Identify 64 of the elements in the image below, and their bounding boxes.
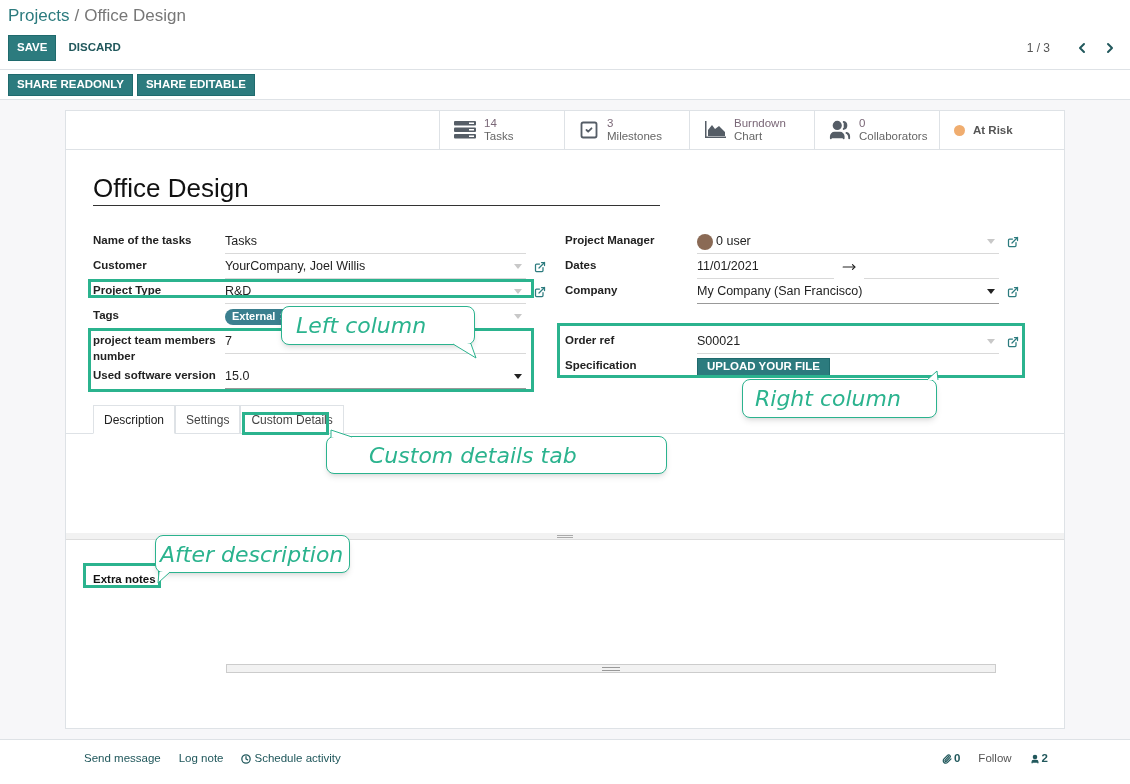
share-button[interactable]: SHARE EDITABLE: [136, 73, 256, 96]
chatter-link[interactable]: Log note: [178, 750, 224, 768]
dropdown-caret-icon[interactable]: [987, 289, 995, 294]
external-link-icon[interactable]: [534, 261, 546, 273]
dropdown-field[interactable]: R&D: [225, 280, 526, 304]
field-label: Specification: [565, 358, 638, 373]
external-link-icon[interactable]: [1007, 286, 1019, 298]
field-label: Name of the tasks: [93, 233, 193, 248]
chatter-link[interactable]: Schedule activity: [241, 750, 341, 768]
external-link-icon[interactable]: [1007, 236, 1019, 248]
breadcrumb-separator: /: [74, 6, 80, 25]
field-label: Company: [565, 283, 619, 298]
field-label: Customer: [93, 258, 148, 273]
attachments-count[interactable]: 0: [941, 750, 961, 768]
share-button[interactable]: SHARE READONLY: [8, 73, 133, 96]
field-label: Project Manager: [565, 233, 656, 248]
dropdown-field[interactable]: 0 user: [697, 230, 999, 254]
stat-button[interactable]: 0 Collaborators: [814, 111, 939, 149]
title-field[interactable]: Office Design: [93, 172, 660, 206]
date-field[interactable]: 11/01/2021: [697, 255, 834, 279]
field-label: Used software version: [93, 368, 217, 383]
pager-counter: 1 / 3: [1026, 40, 1050, 57]
area-chart-icon: [704, 121, 726, 139]
avatar: [697, 233, 713, 250]
dropdown-field[interactable]: YourCompany, Joel Willis: [225, 255, 526, 279]
tasks-icon: [454, 121, 476, 139]
field-label: Tags: [93, 308, 120, 323]
tab[interactable]: Settings: [175, 405, 241, 433]
text-field[interactable]: Tasks: [225, 230, 526, 254]
person-icon: [1029, 753, 1040, 764]
breadcrumb-link[interactable]: Projects: [8, 6, 70, 25]
field-label: Dates: [565, 258, 598, 273]
paperclip-icon: [941, 753, 952, 764]
breadcrumb-current: Office Design: [84, 6, 186, 25]
stat-button[interactable]: 14 Tasks: [439, 111, 564, 149]
select-field[interactable]: 15.0: [225, 365, 526, 389]
chatter-link[interactable]: Send message: [84, 750, 161, 768]
tab[interactable]: Description: [93, 405, 176, 434]
callout-tooltip-pointer: [157, 571, 173, 584]
select-field[interactable]: My Company (San Francisco): [697, 280, 999, 304]
followers-count[interactable]: 2: [1029, 750, 1048, 768]
dropdown-field[interactable]: S00021: [697, 330, 999, 354]
field-label: project team members number: [93, 333, 217, 364]
field-label: Project Type: [93, 283, 163, 298]
external-link-icon[interactable]: [534, 286, 546, 298]
checkbox-icon: [579, 120, 599, 140]
callout-tooltip: Right column: [742, 379, 937, 418]
callout-tooltip-pointer: [925, 370, 941, 381]
external-link-icon[interactable]: [1007, 336, 1019, 348]
discard-button[interactable]: DISCARD: [60, 35, 129, 61]
field-label: Extra notes: [93, 573, 156, 585]
upload-button[interactable]: UPLOAD YOUR FILE: [697, 357, 830, 377]
callout-tooltip: After description: [155, 535, 350, 573]
stat-button[interactable]: At Risk: [939, 111, 1064, 149]
stat-button[interactable]: Burndown Chart: [689, 111, 814, 149]
callout-tooltip-pointer: [330, 429, 354, 438]
dropdown-caret-icon[interactable]: [514, 374, 522, 379]
users-icon: [829, 119, 851, 141]
stat-button[interactable]: 3 Milestones: [564, 111, 689, 149]
save-button[interactable]: SAVE: [8, 35, 57, 61]
follow-link[interactable]: Follow: [978, 750, 1012, 768]
field-label: Order ref: [565, 333, 616, 348]
callout-tooltip-pointer: [450, 343, 480, 360]
clock-icon: [241, 753, 252, 764]
